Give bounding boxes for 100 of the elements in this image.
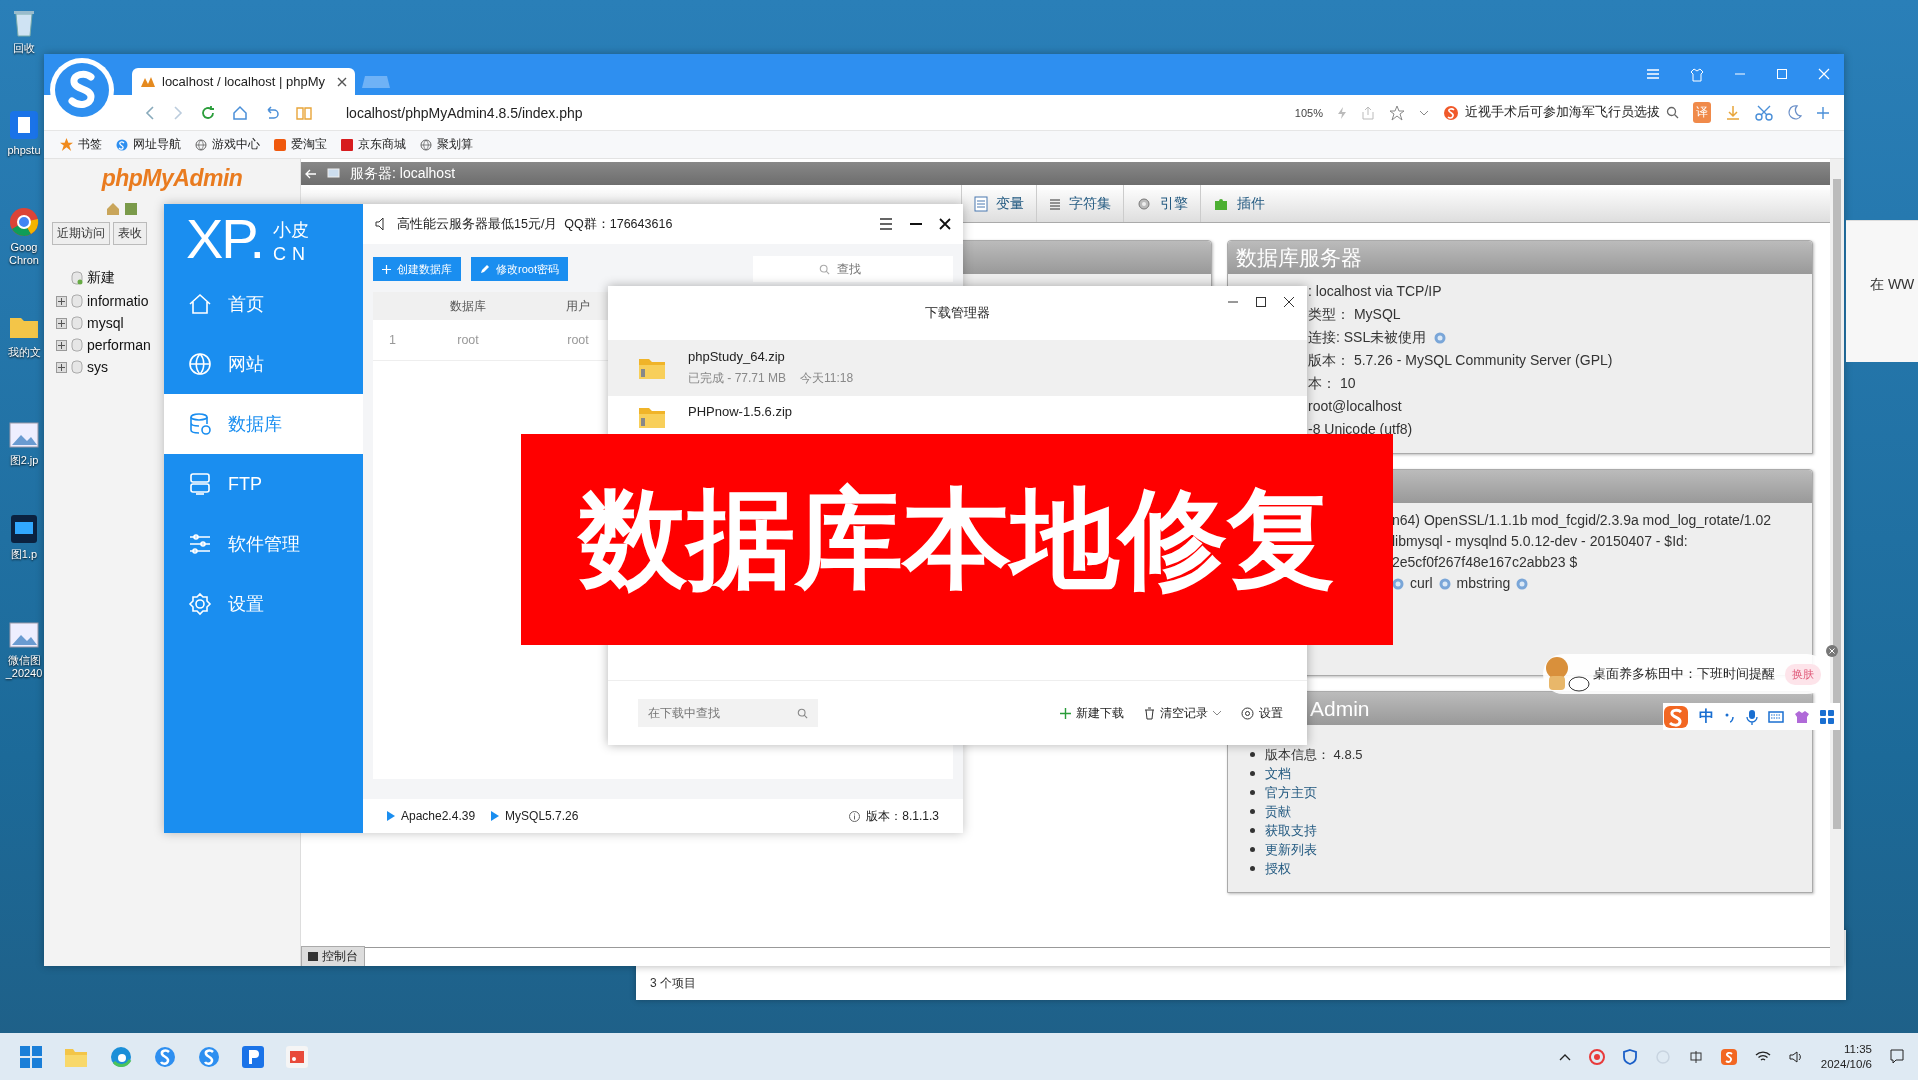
shield-icon[interactable] xyxy=(1622,1048,1637,1065)
scissors-icon[interactable] xyxy=(1755,104,1773,121)
microphone-icon[interactable] xyxy=(1746,708,1758,725)
close-icon[interactable] xyxy=(939,218,951,230)
record-icon[interactable] xyxy=(1588,1048,1605,1065)
back-icon[interactable] xyxy=(144,105,156,120)
info-link[interactable]: 贡献 xyxy=(1265,802,1291,821)
presentation-app-icon[interactable] xyxy=(286,1045,308,1068)
expand-icon[interactable] xyxy=(56,339,67,351)
bullet-icon xyxy=(1250,809,1255,814)
favicon-icon xyxy=(140,75,156,88)
download-item[interactable]: PHPnow-1.5.6.zip xyxy=(608,396,1307,434)
info-link[interactable]: 授权 xyxy=(1265,859,1291,878)
search-icon[interactable] xyxy=(1666,106,1679,119)
ime-logo-icon[interactable] xyxy=(1663,704,1689,729)
database-tree-item[interactable]: 新建 xyxy=(87,269,115,287)
close-icon[interactable] xyxy=(1283,296,1295,308)
back-arrow-icon[interactable] xyxy=(305,168,317,179)
search-engine-icon[interactable] xyxy=(1443,104,1459,121)
bookmark-link[interactable]: 网址导航 xyxy=(116,137,181,152)
clock[interactable]: 11:35 2024/10/6 xyxy=(1820,1041,1872,1072)
database-tree-item[interactable]: mysql xyxy=(87,315,124,331)
download-icon[interactable] xyxy=(1725,104,1741,121)
input-mode-button[interactable]: 中 xyxy=(1699,707,1714,726)
service-status[interactable]: Apache2.4.39 xyxy=(387,809,476,823)
navigation-tab[interactable]: 近期访问 xyxy=(52,222,110,245)
browser-logo-icon[interactable] xyxy=(154,1045,176,1068)
help-icon[interactable] xyxy=(1438,577,1451,590)
database-icon xyxy=(71,338,83,352)
info-link[interactable]: 更新列表 xyxy=(1265,840,1317,859)
sidebar-item[interactable]: 数据库 xyxy=(164,394,363,454)
menu-icon[interactable] xyxy=(879,218,893,230)
zoom-level[interactable]: 105% xyxy=(1294,106,1323,119)
grid-icon[interactable] xyxy=(1820,709,1834,724)
ime-logo-icon[interactable] xyxy=(1720,1048,1737,1065)
lightning-icon[interactable] xyxy=(1337,105,1347,120)
app-icon[interactable] xyxy=(242,1045,264,1068)
bookmark-link[interactable]: 聚划算 xyxy=(420,137,473,152)
keyboard-icon[interactable] xyxy=(1768,710,1784,723)
search-field[interactable]: 查找 xyxy=(753,256,953,282)
scrollbar[interactable] xyxy=(1830,159,1844,966)
dropdown-caret-icon[interactable] xyxy=(1419,108,1429,117)
navigation-tab[interactable]: 表收 xyxy=(113,222,147,245)
browser-icon[interactable] xyxy=(7,205,41,239)
expand-icon[interactable] xyxy=(56,317,67,329)
info-link[interactable]: 获取支持 xyxy=(1265,821,1317,840)
bookmark-link[interactable]: 京东商城 xyxy=(341,137,406,152)
book-icon[interactable] xyxy=(296,104,312,121)
info-link[interactable]: 文档 xyxy=(1265,764,1291,783)
database-tree-item[interactable]: sys xyxy=(87,359,108,375)
address-field[interactable]: localhost/phpMyAdmin4.8.5/index.php xyxy=(346,104,583,121)
plus-icon[interactable] xyxy=(1816,105,1830,120)
input-method-icon[interactable] xyxy=(1688,1049,1703,1064)
toolbar-button[interactable]: 新建下载 xyxy=(1060,704,1124,722)
database-tree-item[interactable]: performan xyxy=(87,337,151,353)
star-icon[interactable] xyxy=(1389,104,1405,121)
expand-icon[interactable] xyxy=(56,361,67,373)
info-link[interactable]: 官方主页 xyxy=(1265,783,1317,802)
minimize-icon[interactable] xyxy=(909,222,923,226)
volume-icon[interactable] xyxy=(1788,1050,1803,1063)
app-icon[interactable] xyxy=(7,108,41,142)
shirt-icon[interactable] xyxy=(1794,709,1810,724)
browser-icon[interactable] xyxy=(110,1045,132,1068)
menu-tab[interactable]: 字符集 xyxy=(1036,185,1123,222)
help-icon[interactable] xyxy=(1434,331,1447,344)
search-icon xyxy=(797,708,808,719)
moon-icon[interactable] xyxy=(1787,105,1802,120)
menu-tab[interactable]: 插件 xyxy=(1200,185,1277,222)
database-tree-item[interactable]: informatio xyxy=(87,293,149,309)
menu-tab[interactable]: 引擎 xyxy=(1123,185,1200,222)
chevron-up-icon[interactable] xyxy=(1558,1052,1571,1061)
share-icon[interactable] xyxy=(1361,105,1375,120)
bullet-icon xyxy=(1250,828,1255,833)
start-icon[interactable] xyxy=(20,1045,42,1068)
home-icon[interactable] xyxy=(106,202,120,216)
browser-tab[interactable]: localhost / localhost | phpMy xyxy=(132,68,355,95)
wifi-icon[interactable] xyxy=(1754,1050,1771,1063)
shirt-icon[interactable] xyxy=(1690,67,1704,82)
download-item[interactable]: phpStudy_64.zip 已完成 - 77.71 MB 今天11:18 xyxy=(608,340,1307,396)
breadcrumb-text[interactable]: 服务器: localhost xyxy=(350,164,456,183)
browser-logo-icon[interactable] xyxy=(198,1045,220,1068)
logout-icon[interactable] xyxy=(124,202,138,216)
bookmark-link[interactable]: 书签 xyxy=(60,137,102,152)
bookmark-link[interactable]: 游戏中心 xyxy=(195,137,260,152)
notification-icon[interactable] xyxy=(1890,1048,1904,1065)
bookmark-link[interactable]: 爱淘宝 xyxy=(274,137,327,152)
help-icon[interactable] xyxy=(1516,577,1529,590)
toolbar-button[interactable]: 设置 xyxy=(1241,704,1283,722)
refresh-icon[interactable] xyxy=(200,104,216,121)
close-icon[interactable] xyxy=(337,76,347,87)
maximize-icon[interactable] xyxy=(1255,296,1267,308)
search-suggestion[interactable]: 近视手术后可参加海军飞行员选拔 xyxy=(1465,104,1660,121)
home-icon[interactable] xyxy=(232,104,248,121)
undo-icon[interactable] xyxy=(264,104,280,121)
download-status: 已完成 - 77.71 MB xyxy=(688,370,787,387)
service-status[interactable]: MySQL5.7.26 xyxy=(491,809,579,823)
search-field[interactable]: 在下载中查找 xyxy=(638,699,818,727)
console-button[interactable]: 控制台 xyxy=(301,946,365,966)
toolbar-button[interactable]: 清空记录 xyxy=(1144,704,1221,722)
expand-icon[interactable] xyxy=(56,295,67,307)
